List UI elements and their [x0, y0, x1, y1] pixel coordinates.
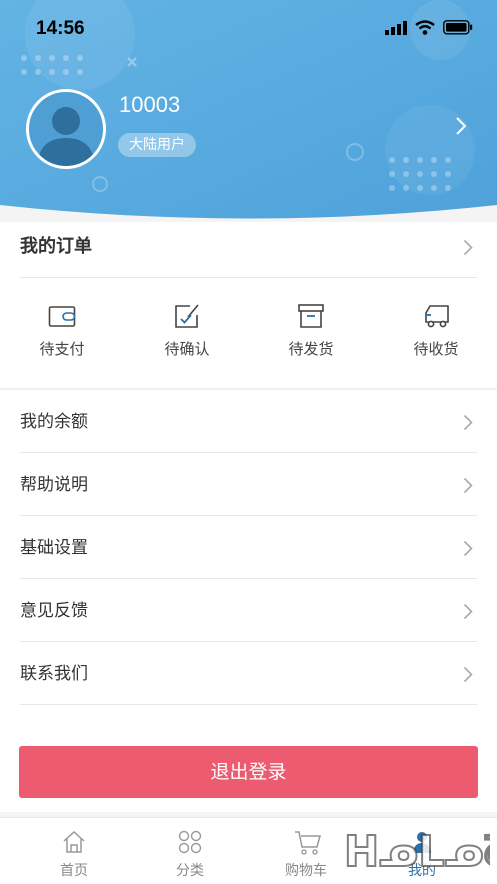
logout-button[interactable]: 退出登录 — [19, 746, 478, 798]
menu-item-label: 意见反馈 — [20, 601, 88, 621]
order-status-group: 待支付 待确认 待发货 待收货 — [0, 278, 497, 390]
my-orders-row[interactable]: 我的订单 — [20, 216, 477, 278]
signal-icon — [385, 20, 407, 35]
avatar[interactable] — [26, 89, 106, 169]
cart-icon — [295, 831, 321, 855]
menu-item-label: 基础设置 — [20, 538, 88, 558]
watermark-logo: ᕼᓄᒪᓄᘔ — [340, 822, 497, 880]
chevron-right-icon — [463, 540, 473, 557]
tab-home[interactable]: 首页 — [12, 818, 136, 884]
user-silhouette-icon — [37, 107, 95, 166]
user-region-badge: 大陆用户 — [118, 133, 196, 157]
wallet-icon — [48, 306, 76, 327]
menu-item-help[interactable]: 帮助说明 — [20, 454, 477, 516]
chevron-right-icon — [463, 239, 473, 256]
order-pending-confirm[interactable]: 待确认 — [137, 278, 237, 390]
menu-item-label: 联系我们 — [20, 664, 88, 684]
menu-item-balance[interactable]: 我的余额 — [20, 391, 477, 453]
truck-icon — [425, 305, 449, 328]
tab-category[interactable]: 分类 — [128, 818, 252, 884]
menu-item-feedback[interactable]: 意见反馈 — [20, 580, 477, 642]
my-orders-title: 我的订单 — [20, 236, 92, 257]
wifi-icon — [415, 20, 435, 35]
box-icon — [298, 304, 324, 328]
menu-item-label: 我的余额 — [20, 412, 88, 432]
edit-check-icon — [175, 304, 199, 328]
profile-chevron-right-icon[interactable] — [455, 116, 467, 136]
menu-item-label: 帮助说明 — [20, 475, 88, 495]
tab-label: 分类 — [176, 863, 204, 879]
home-icon — [63, 830, 85, 853]
watermark-logo-graphic: ᕼᓄᒪᓄᘔ — [343, 826, 497, 877]
chevron-right-icon — [463, 477, 473, 494]
tab-label: 首页 — [60, 863, 88, 879]
chevron-right-icon — [463, 414, 473, 431]
svg-text:ᕼᓄᒪᓄᘔ: ᕼᓄᒪᓄᘔ — [344, 827, 490, 876]
order-status-label: 待确认 — [164, 340, 210, 358]
menu-item-settings[interactable]: 基础设置 — [20, 517, 477, 579]
battery-icon — [443, 20, 473, 35]
chevron-right-icon — [463, 666, 473, 683]
section-divider — [0, 388, 497, 390]
order-status-label: 待发货 — [288, 340, 334, 358]
username: 10003 — [119, 92, 181, 117]
chevron-right-icon — [463, 603, 473, 620]
status-bar: 14:56 — [0, 0, 497, 56]
order-status-label: 待支付 — [39, 340, 85, 358]
order-pending-shipment[interactable]: 待发货 — [261, 278, 361, 390]
profile-header: 14:56 10003 大陆用户 — [0, 0, 497, 222]
grid-icon — [178, 830, 202, 854]
menu-item-contact[interactable]: 联系我们 — [20, 643, 477, 705]
status-time: 14:56 — [36, 18, 85, 39]
order-status-label: 待收货 — [413, 340, 459, 358]
order-pending-payment[interactable]: 待支付 — [12, 278, 112, 390]
order-pending-receipt[interactable]: 待收货 — [386, 278, 486, 390]
status-icons — [385, 20, 473, 35]
